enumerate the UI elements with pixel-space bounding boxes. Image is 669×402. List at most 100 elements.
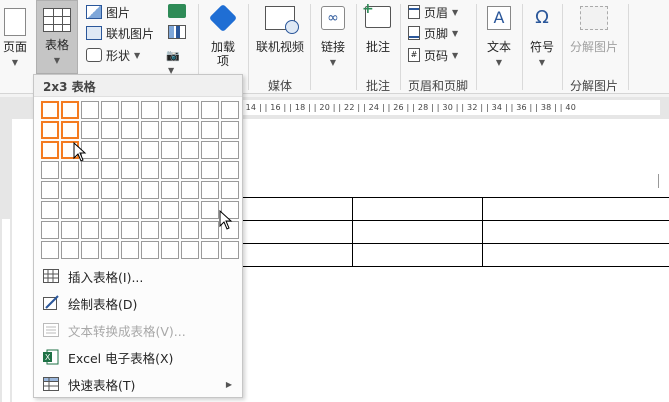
grid-cell[interactable] — [221, 181, 239, 199]
smartart-icon[interactable] — [168, 4, 186, 18]
grid-cell[interactable] — [41, 101, 59, 119]
grid-cell[interactable] — [61, 161, 79, 179]
table-size-grid[interactable] — [41, 101, 239, 259]
grid-cell[interactable] — [221, 121, 239, 139]
grid-cell[interactable] — [81, 241, 99, 259]
shapes-button[interactable]: 形状 ▼ — [86, 45, 140, 65]
grid-cell[interactable] — [221, 141, 239, 159]
grid-cell[interactable] — [81, 221, 99, 239]
grid-cell[interactable] — [121, 121, 139, 139]
menu-item-convert-text[interactable]: 文本转换成表格(V)... — [34, 318, 242, 342]
grid-cell[interactable] — [181, 241, 199, 259]
grid-cell[interactable] — [181, 101, 199, 119]
table-cell[interactable] — [240, 197, 353, 221]
grid-cell[interactable] — [181, 141, 199, 159]
grid-cell[interactable] — [81, 121, 99, 139]
grid-cell[interactable] — [121, 221, 139, 239]
screenshot-icon[interactable]: 📷▼ — [166, 48, 186, 75]
grid-cell[interactable] — [181, 201, 199, 219]
addins-button[interactable]: 加载 项 — [202, 3, 244, 76]
grid-cell[interactable] — [181, 121, 199, 139]
grid-cell[interactable] — [121, 161, 139, 179]
vertical-ruler[interactable] — [0, 119, 12, 402]
grid-cell[interactable] — [201, 221, 219, 239]
grid-cell[interactable] — [121, 201, 139, 219]
grid-cell[interactable] — [61, 181, 79, 199]
pages-button[interactable]: 页面 ▼ — [0, 4, 30, 74]
grid-cell[interactable] — [201, 121, 219, 139]
online-video-button[interactable]: 联机视频 — [252, 4, 308, 74]
link-button[interactable]: ∞ 链接 ▼ — [312, 4, 354, 76]
grid-cell[interactable] — [141, 201, 159, 219]
table-button[interactable]: 表格 ▼ — [36, 0, 78, 74]
grid-cell[interactable] — [181, 161, 199, 179]
grid-cell[interactable] — [41, 121, 59, 139]
table-cell[interactable] — [352, 220, 483, 244]
grid-cell[interactable] — [201, 241, 219, 259]
grid-cell[interactable] — [101, 141, 119, 159]
grid-cell[interactable] — [101, 201, 119, 219]
grid-cell[interactable] — [121, 141, 139, 159]
grid-cell[interactable] — [41, 241, 59, 259]
grid-cell[interactable] — [181, 181, 199, 199]
grid-cell[interactable] — [201, 201, 219, 219]
comment-button[interactable]: + 批注 — [358, 1, 398, 76]
grid-cell[interactable] — [141, 181, 159, 199]
grid-cell[interactable] — [121, 241, 139, 259]
grid-cell[interactable] — [221, 161, 239, 179]
chart-icon[interactable] — [168, 25, 186, 39]
grid-cell[interactable] — [141, 221, 159, 239]
table-cell[interactable] — [352, 243, 483, 267]
menu-item-quick-tables[interactable]: 快速表格(T) ▶ — [34, 372, 242, 396]
grid-cell[interactable] — [161, 141, 179, 159]
grid-cell[interactable] — [221, 101, 239, 119]
header-button[interactable]: 页眉 ▼ — [408, 2, 458, 22]
grid-cell[interactable] — [141, 161, 159, 179]
grid-cell[interactable] — [121, 181, 139, 199]
grid-cell[interactable] — [161, 161, 179, 179]
table-cell[interactable] — [240, 220, 353, 244]
table-cell[interactable] — [240, 243, 353, 267]
picture-button[interactable]: 图片 — [86, 2, 130, 22]
grid-cell[interactable] — [121, 101, 139, 119]
grid-cell[interactable] — [181, 221, 199, 239]
grid-cell[interactable] — [81, 181, 99, 199]
grid-cell[interactable] — [141, 121, 159, 139]
grid-cell[interactable] — [41, 221, 59, 239]
menu-item-excel-spreadsheet[interactable]: X Excel 电子表格(X) — [34, 345, 242, 369]
grid-cell[interactable] — [141, 101, 159, 119]
grid-cell[interactable] — [61, 221, 79, 239]
table-cell[interactable] — [352, 197, 483, 221]
grid-cell[interactable] — [161, 181, 179, 199]
grid-cell[interactable] — [81, 161, 99, 179]
grid-cell[interactable] — [41, 201, 59, 219]
grid-cell[interactable] — [61, 201, 79, 219]
footer-button[interactable]: 页脚 ▼ — [408, 23, 458, 43]
menu-item-draw-table[interactable]: 绘制表格(D) — [34, 291, 242, 315]
grid-cell[interactable] — [101, 101, 119, 119]
grid-cell[interactable] — [41, 181, 59, 199]
grid-cell[interactable] — [201, 141, 219, 159]
ungroup-picture-button[interactable]: 分解图片 — [564, 4, 624, 64]
page-number-button[interactable]: # 页码 ▼ — [408, 45, 458, 65]
grid-cell[interactable] — [101, 121, 119, 139]
symbol-button[interactable]: Ω 符号 ▼ — [524, 4, 560, 76]
document-table[interactable] — [240, 197, 669, 267]
grid-cell[interactable] — [201, 181, 219, 199]
table-cell[interactable] — [482, 220, 669, 244]
grid-cell[interactable] — [161, 201, 179, 219]
grid-cell[interactable] — [161, 121, 179, 139]
table-cell[interactable] — [482, 197, 669, 221]
text-button[interactable]: A 文本 ▼ — [478, 4, 520, 76]
grid-cell[interactable] — [141, 141, 159, 159]
grid-cell[interactable] — [161, 221, 179, 239]
grid-cell[interactable] — [101, 221, 119, 239]
grid-cell[interactable] — [81, 101, 99, 119]
grid-cell[interactable] — [81, 201, 99, 219]
grid-cell[interactable] — [101, 241, 119, 259]
grid-cell[interactable] — [221, 241, 239, 259]
grid-cell[interactable] — [161, 101, 179, 119]
grid-cell[interactable] — [61, 121, 79, 139]
grid-cell[interactable] — [201, 101, 219, 119]
online-picture-button[interactable]: 联机图片 — [86, 23, 154, 43]
